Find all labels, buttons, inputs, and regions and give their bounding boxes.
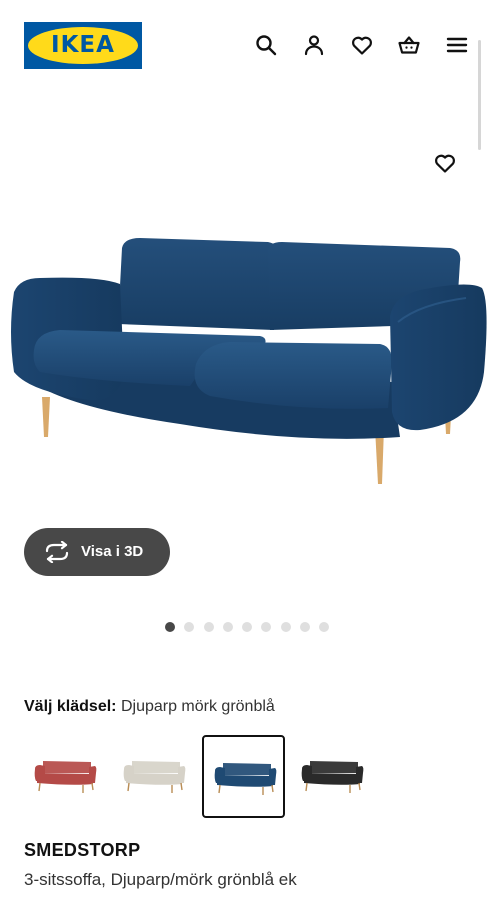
ikea-logo[interactable]: IKEA	[24, 22, 142, 69]
upholstery-swatch[interactable]	[113, 735, 196, 818]
profile-icon[interactable]	[299, 30, 329, 60]
upholstery-swatch[interactable]	[202, 735, 285, 818]
gallery-dot[interactable]	[242, 622, 253, 632]
gallery-dot[interactable]	[222, 622, 233, 632]
gallery-dot[interactable]	[261, 622, 272, 632]
upholstery-label: Välj klädsel:	[24, 698, 117, 715]
sofa-thumbnail	[301, 761, 364, 793]
logo-text: IKEA	[51, 32, 115, 58]
view-in-3d-label: Visa i 3D	[81, 543, 144, 560]
search-icon[interactable]	[251, 30, 281, 60]
gallery-pagination	[0, 620, 492, 634]
upholstery-swatch[interactable]	[291, 735, 374, 818]
gallery-dot[interactable]	[280, 622, 291, 632]
cart-icon[interactable]	[394, 30, 424, 60]
upholstery-selector-heading: Välj klädsel: Djuparp mörk grönblå	[24, 696, 275, 718]
gallery-dot[interactable]	[300, 622, 311, 632]
gallery-dot[interactable]	[319, 622, 330, 632]
upholstery-swatch[interactable]	[24, 735, 107, 818]
heart-icon[interactable]	[347, 30, 377, 60]
sofa-thumbnail	[34, 761, 97, 793]
gallery-dot[interactable]	[184, 622, 195, 632]
site-header: IKEA	[0, 0, 492, 92]
sofa-thumbnail	[214, 763, 277, 795]
sofa-thumbnail	[123, 761, 186, 793]
gallery-dot[interactable]	[203, 622, 214, 632]
product-description: 3-sitssoffa, Djuparp/mörk grönblå ek	[24, 870, 297, 889]
product-name: SMEDSTORP	[24, 840, 141, 860]
view-in-3d-button[interactable]: Visa i 3D	[24, 528, 170, 576]
upholstery-selected-value: Djuparp mörk grönblå	[120, 698, 275, 715]
gallery-dot[interactable]	[165, 622, 175, 632]
rotate-3d-icon	[45, 541, 69, 563]
save-to-favourites-icon[interactable]	[430, 148, 460, 178]
menu-icon[interactable]	[442, 30, 472, 60]
